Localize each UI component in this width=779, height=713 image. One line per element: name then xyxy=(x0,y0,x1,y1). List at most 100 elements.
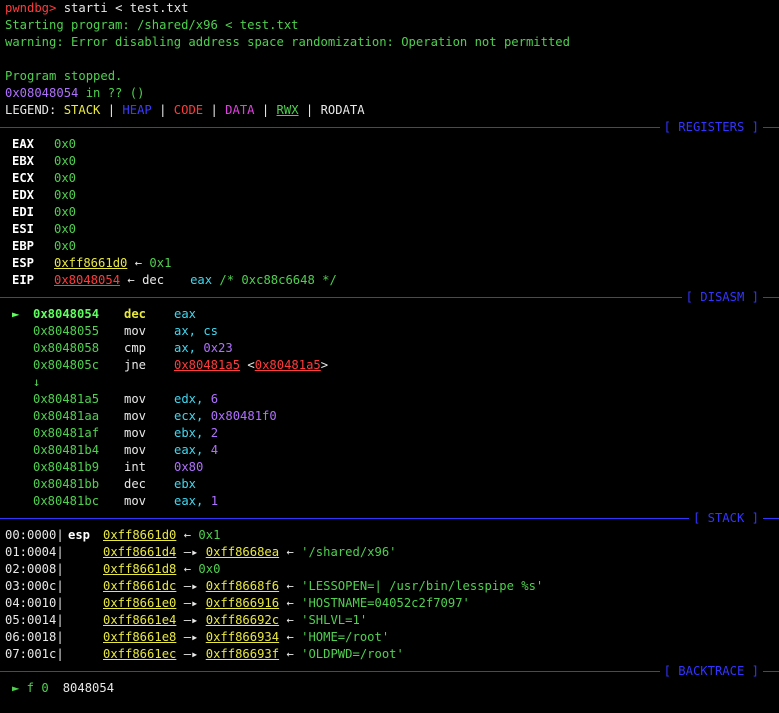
disasm-operands: ebx xyxy=(174,477,197,491)
jump-target-symbol[interactable]: 0x80481a5 xyxy=(255,358,321,372)
register-name: EBX xyxy=(12,154,35,168)
disasm-address: 0x8048058 xyxy=(33,341,100,355)
disasm-row-current[interactable]: ► 0x8048054 dec eax xyxy=(5,306,779,323)
disasm-address: 0x80481b9 xyxy=(33,460,100,474)
disasm-mnemonic: dec xyxy=(124,477,147,491)
jump-target[interactable]: 0x80481a5 xyxy=(174,358,240,372)
legend-stack: STACK xyxy=(63,103,101,117)
stack-index: 07:001c| xyxy=(5,647,64,661)
register-row: EAX 0x0 xyxy=(5,136,779,153)
disasm-immediate: 6 xyxy=(210,392,219,406)
register-value: 0x0 xyxy=(54,188,77,202)
stack-address[interactable]: 0xff8661d0 xyxy=(103,528,176,542)
stack-row: 00:0000| esp 0xff8661d0 ← 0x1 xyxy=(5,527,779,544)
disasm-mnemonic: jne xyxy=(124,358,147,372)
disasm-row[interactable]: 0x80481bb dec ebx xyxy=(5,476,779,493)
stack-panel: 00:0000| esp 0xff8661d0 ← 0x1 01:0004| 0xff… xyxy=(5,527,779,663)
esp-deref: 0x1 xyxy=(149,256,172,270)
disasm-address: 0x8048054 xyxy=(33,307,100,321)
stack-arrow: —▸ xyxy=(176,613,206,627)
register-name: EAX xyxy=(12,137,35,151)
disasm-row[interactable]: 0x80481bc mov eax, 1 xyxy=(5,493,779,510)
esp-value[interactable]: 0xff8661d0 xyxy=(54,256,127,270)
disasm-row[interactable]: 0x8048058 cmp ax, 0x23 xyxy=(5,340,779,357)
disasm-row[interactable]: 0x8048055 mov ax, cs xyxy=(5,323,779,340)
eip-value[interactable]: 0x8048054 xyxy=(54,273,120,287)
disasm-row[interactable]: 0x80481b9 int 0x80 xyxy=(5,459,779,476)
stack-pointer[interactable]: 0xff8668f6 xyxy=(206,579,279,593)
stack-value: 'SHLVL=1' xyxy=(301,613,368,627)
disasm-mnemonic: mov xyxy=(124,392,147,406)
legend-sep: | xyxy=(298,103,321,117)
registers-title: [ REGISTERS ] xyxy=(659,119,763,136)
disasm-address: 0x804805c xyxy=(33,358,100,372)
terminal[interactable]: pwndbg> starti < test.txt Starting progr… xyxy=(0,0,779,713)
stack-arrow: —▸ xyxy=(176,630,206,644)
stack-index: 03:000c| xyxy=(5,579,64,593)
register-row-esp: ESP 0xff8661d0 ← 0x1 xyxy=(5,255,779,272)
stack-address[interactable]: 0xff8661e0 xyxy=(103,596,176,610)
stack-arrow-2: ← xyxy=(279,579,302,593)
stack-arrow-2: ← xyxy=(279,647,302,661)
current-frame-arrow-icon: ► xyxy=(12,681,20,695)
stack-value: 'HOME=/root' xyxy=(301,630,390,644)
stack-row: 05:0014| 0xff8661e4 —▸ 0xff86692c ← 'SHLV… xyxy=(5,612,779,629)
disasm-row[interactable]: 0x80481a5 mov edx, 6 xyxy=(5,391,779,408)
stack-pointer[interactable]: 0xff866934 xyxy=(206,630,279,644)
register-value: 0x0 xyxy=(54,239,77,253)
register-row: EBX 0x0 xyxy=(5,153,779,170)
stack-pointer[interactable]: 0xff86692c xyxy=(206,613,279,627)
registers-divider: [ REGISTERS ] xyxy=(0,119,779,136)
disasm-row[interactable]: 0x80481aa mov ecx, 0x80481f0 xyxy=(5,408,779,425)
disasm-operands: ecx, xyxy=(174,409,211,423)
stack-row: 07:001c| 0xff8661ec —▸ 0xff86693f ← 'OLDP… xyxy=(5,646,779,663)
legend-sep: | xyxy=(100,103,123,117)
disasm-row[interactable]: 0x80481b4 mov eax, 4 xyxy=(5,442,779,459)
stack-pointer[interactable]: 0xff8668ea xyxy=(206,545,279,559)
legend-sep: | xyxy=(254,103,277,117)
stack-address[interactable]: 0xff8661d8 xyxy=(103,562,176,576)
location-line: 0x08048054 in ?? () xyxy=(5,85,779,102)
stack-row: 03:000c| 0xff8661dc —▸ 0xff8668f6 ← 'LESS… xyxy=(5,578,779,595)
stack-pointer[interactable]: 0xff86693f xyxy=(206,647,279,661)
backtrace-row[interactable]: ► f 0 8048054 xyxy=(5,680,779,697)
location-address: 0x08048054 xyxy=(5,86,79,100)
register-name: ESP xyxy=(12,256,35,270)
stack-address[interactable]: 0xff8661ec xyxy=(103,647,176,661)
disasm-immediate: 4 xyxy=(210,443,219,457)
stack-arrow: ← xyxy=(176,528,199,542)
stack-address[interactable]: 0xff8661d4 xyxy=(103,545,176,559)
register-row: ECX 0x0 xyxy=(5,170,779,187)
disasm-address: 0x8048055 xyxy=(33,324,100,338)
jump-target-close: > xyxy=(320,358,329,372)
stack-row: 06:0018| 0xff8661e8 —▸ 0xff866934 ← 'HOME… xyxy=(5,629,779,646)
disasm-operands: edx, xyxy=(174,392,211,406)
legend-line: LEGEND: STACK | HEAP | CODE | DATA | RWX… xyxy=(5,102,779,119)
disasm-mnemonic: mov xyxy=(124,443,147,457)
disasm-mnemonic: mov xyxy=(124,409,147,423)
legend-sep: | xyxy=(151,103,174,117)
stack-pointer[interactable]: 0xff866916 xyxy=(206,596,279,610)
register-name: ESI xyxy=(12,222,35,236)
stack-divider: [ STACK ] xyxy=(0,510,779,527)
register-value: 0x0 xyxy=(54,154,77,168)
register-row: EDI 0x0 xyxy=(5,204,779,221)
disasm-address: 0x80481af xyxy=(33,426,100,440)
stack-index: 02:0008| xyxy=(5,562,64,576)
disasm-address: 0x80481bb xyxy=(33,477,100,491)
disasm-row-jump[interactable]: 0x804805c jne 0x80481a5 <0x80481a5> xyxy=(5,357,779,374)
stack-arrow-2: ← xyxy=(279,596,302,610)
backtrace-address: 8048054 xyxy=(62,681,115,695)
stack-address[interactable]: 0xff8661e8 xyxy=(103,630,176,644)
disasm-row[interactable]: 0x80481af mov ebx, 2 xyxy=(5,425,779,442)
disasm-mnemonic: int xyxy=(124,460,147,474)
stack-address[interactable]: 0xff8661e4 xyxy=(103,613,176,627)
disasm-operands: ax, xyxy=(174,341,204,355)
stack-arrow: —▸ xyxy=(176,579,206,593)
disasm-mnemonic: dec xyxy=(124,307,147,321)
stack-value: 'OLDPWD=/root' xyxy=(301,647,404,661)
stack-register: esp xyxy=(68,528,91,542)
starting-message: Starting program: /shared/x96 < test.txt xyxy=(5,18,299,32)
stack-address[interactable]: 0xff8661dc xyxy=(103,579,176,593)
legend-code: CODE xyxy=(173,103,204,117)
